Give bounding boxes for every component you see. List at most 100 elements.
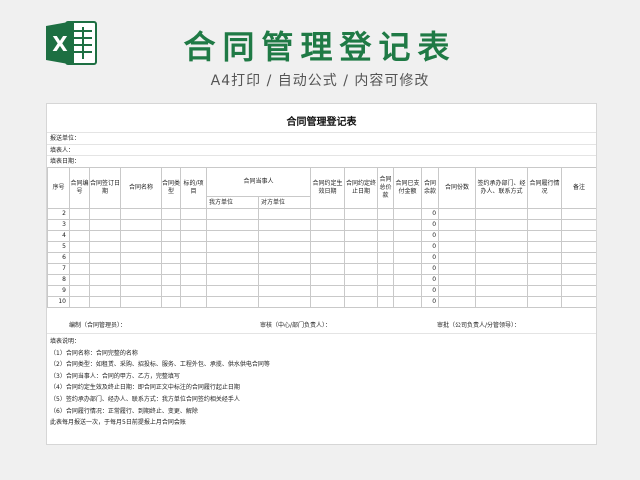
table-cell[interactable] <box>527 263 563 275</box>
balance-cell[interactable]: 0 <box>421 208 440 220</box>
table-cell[interactable] <box>161 263 181 275</box>
table-cell[interactable] <box>310 263 346 275</box>
table-cell[interactable] <box>393 263 423 275</box>
table-cell[interactable] <box>475 296 529 308</box>
table-cell[interactable] <box>438 219 477 231</box>
row-number[interactable]: 4 <box>47 230 70 242</box>
table-cell[interactable] <box>120 252 162 264</box>
table-cell[interactable] <box>69 219 90 231</box>
table-cell[interactable] <box>89 285 121 297</box>
table-cell[interactable] <box>561 274 596 286</box>
table-cell[interactable] <box>310 285 346 297</box>
table-cell[interactable] <box>344 208 379 220</box>
table-cell[interactable] <box>120 296 162 308</box>
table-cell[interactable] <box>527 274 563 286</box>
table-cell[interactable] <box>120 230 162 242</box>
table-cell[interactable] <box>561 263 596 275</box>
row-number[interactable]: 9 <box>47 285 70 297</box>
balance-cell[interactable]: 0 <box>421 285 440 297</box>
table-cell[interactable] <box>161 230 181 242</box>
table-cell[interactable] <box>180 285 207 297</box>
table-cell[interactable] <box>561 296 596 308</box>
table-cell[interactable] <box>344 285 379 297</box>
table-cell[interactable] <box>310 274 346 286</box>
table-cell[interactable] <box>527 230 563 242</box>
table-cell[interactable] <box>561 241 596 253</box>
table-cell[interactable] <box>161 274 181 286</box>
row-number[interactable]: 3 <box>47 219 70 231</box>
table-cell[interactable] <box>377 230 395 242</box>
table-cell[interactable] <box>438 274 477 286</box>
table-cell[interactable] <box>310 219 346 231</box>
table-cell[interactable] <box>377 208 395 220</box>
table-cell[interactable] <box>377 252 395 264</box>
row-number[interactable]: 10 <box>47 296 70 308</box>
table-cell[interactable] <box>344 230 379 242</box>
table-cell[interactable] <box>257 230 312 242</box>
table-cell[interactable] <box>257 285 312 297</box>
row-number[interactable]: 6 <box>47 252 70 264</box>
table-cell[interactable] <box>161 296 181 308</box>
table-cell[interactable] <box>310 296 346 308</box>
table-cell[interactable] <box>120 241 162 253</box>
table-cell[interactable] <box>344 252 379 264</box>
table-cell[interactable] <box>393 252 423 264</box>
table-cell[interactable] <box>120 219 162 231</box>
table-cell[interactable] <box>475 263 529 275</box>
table-cell[interactable] <box>257 263 312 275</box>
table-cell[interactable] <box>180 274 207 286</box>
table-cell[interactable] <box>206 208 259 220</box>
table-cell[interactable] <box>69 241 90 253</box>
table-cell[interactable] <box>438 263 477 275</box>
table-cell[interactable] <box>89 263 121 275</box>
table-cell[interactable] <box>89 274 121 286</box>
table-cell[interactable] <box>161 285 181 297</box>
table-cell[interactable] <box>344 219 379 231</box>
table-cell[interactable] <box>527 252 563 264</box>
table-cell[interactable] <box>393 296 423 308</box>
table-cell[interactable] <box>206 219 259 231</box>
table-cell[interactable] <box>161 252 181 264</box>
table-cell[interactable] <box>344 296 379 308</box>
table-cell[interactable] <box>206 263 259 275</box>
table-cell[interactable] <box>257 274 312 286</box>
table-cell[interactable] <box>377 296 395 308</box>
table-cell[interactable] <box>310 230 346 242</box>
table-cell[interactable] <box>161 241 181 253</box>
balance-cell[interactable]: 0 <box>421 263 440 275</box>
table-cell[interactable] <box>69 263 90 275</box>
table-cell[interactable] <box>206 241 259 253</box>
table-cell[interactable] <box>377 241 395 253</box>
table-cell[interactable] <box>561 252 596 264</box>
row-number[interactable]: 2 <box>47 208 70 220</box>
table-cell[interactable] <box>310 208 346 220</box>
table-cell[interactable] <box>527 285 563 297</box>
table-cell[interactable] <box>206 285 259 297</box>
table-cell[interactable] <box>69 230 90 242</box>
table-cell[interactable] <box>120 285 162 297</box>
table-cell[interactable] <box>206 230 259 242</box>
table-cell[interactable] <box>475 230 529 242</box>
table-cell[interactable] <box>344 241 379 253</box>
table-cell[interactable] <box>89 230 121 242</box>
table-cell[interactable] <box>377 285 395 297</box>
table-cell[interactable] <box>161 219 181 231</box>
balance-cell[interactable]: 0 <box>421 252 440 264</box>
table-cell[interactable] <box>344 263 379 275</box>
table-cell[interactable] <box>120 263 162 275</box>
table-cell[interactable] <box>438 208 477 220</box>
table-cell[interactable] <box>393 285 423 297</box>
balance-cell[interactable]: 0 <box>421 274 440 286</box>
table-cell[interactable] <box>69 252 90 264</box>
table-cell[interactable] <box>257 219 312 231</box>
table-cell[interactable] <box>89 241 121 253</box>
table-cell[interactable] <box>180 252 207 264</box>
table-cell[interactable] <box>561 230 596 242</box>
balance-cell[interactable]: 0 <box>421 219 440 231</box>
table-cell[interactable] <box>561 285 596 297</box>
table-cell[interactable] <box>180 219 207 231</box>
table-cell[interactable] <box>69 208 90 220</box>
table-cell[interactable] <box>206 274 259 286</box>
table-cell[interactable] <box>180 241 207 253</box>
table-cell[interactable] <box>527 219 563 231</box>
